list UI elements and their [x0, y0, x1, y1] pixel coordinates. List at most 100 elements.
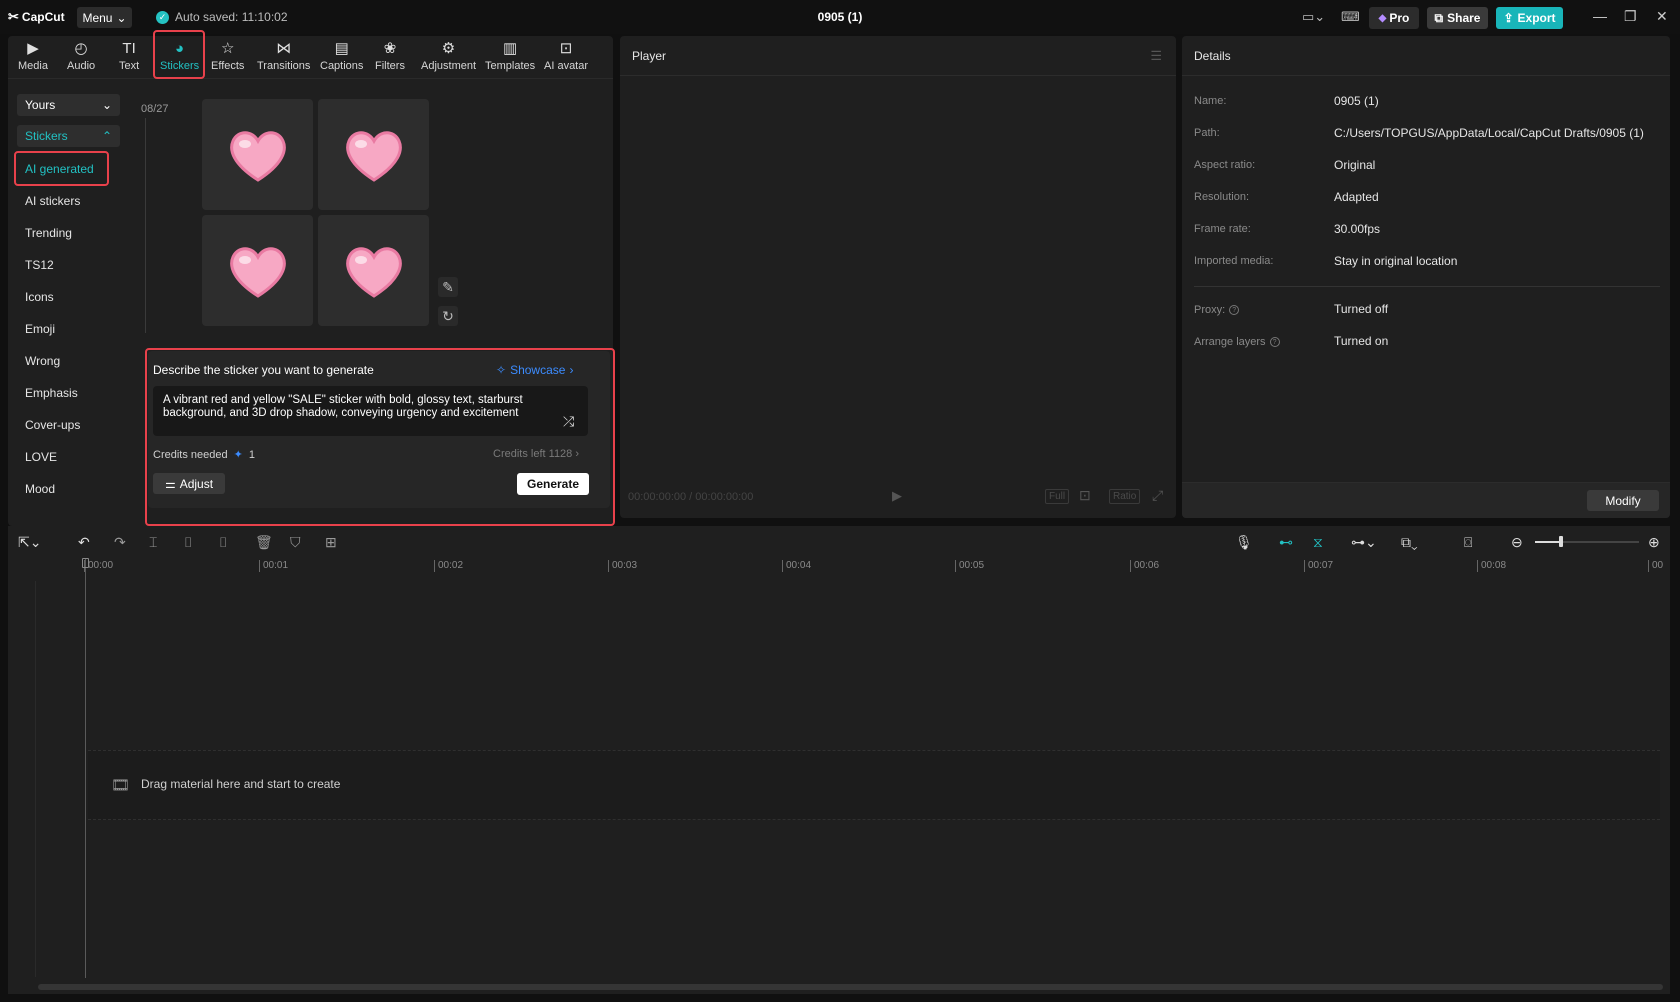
sidebar-item-emphasis[interactable]: Emphasis	[25, 386, 78, 400]
close-icon[interactable]: ✕	[1656, 8, 1668, 25]
sidebar-item-wrong[interactable]: Wrong	[25, 354, 60, 368]
fullscreen-icon[interactable]: ⤢	[1152, 487, 1163, 504]
link-icon[interactable]: ⊶⌄	[1351, 534, 1377, 551]
split-left-icon[interactable]: ⌷	[184, 534, 192, 551]
export-button[interactable]: ⇪ Export	[1496, 7, 1563, 29]
sidebar-item-ts12[interactable]: TS12	[25, 258, 54, 272]
adjust-button[interactable]: ⚌ Adjust	[153, 473, 225, 494]
tab-label: Filters	[375, 60, 405, 72]
sidebar-item-emoji[interactable]: Emoji	[25, 322, 55, 336]
caption-icon[interactable]: ⌼	[1464, 534, 1472, 551]
microphone-icon[interactable]: 🎙	[1235, 534, 1253, 551]
restore-icon[interactable]: ❐	[1624, 8, 1637, 25]
time-ruler[interactable]: 00:00 00:01 00:02 00:03 00:04 00:05 00:0…	[8, 556, 1670, 576]
logo-text: CapCut	[21, 10, 65, 24]
zoom-in-icon[interactable]: ⊕	[1648, 534, 1660, 551]
split-right-icon[interactable]: ⌷	[219, 534, 227, 551]
modify-button[interactable]: Modify	[1587, 490, 1659, 511]
marker-icon[interactable]: ⛉	[290, 534, 301, 551]
sidebar-item-trending[interactable]: Trending	[25, 226, 72, 240]
hamburger-icon[interactable]: ☰	[1150, 48, 1162, 64]
sidebar-item-icons[interactable]: Icons	[25, 290, 54, 304]
sticker-tile[interactable]	[318, 215, 429, 326]
timeline-scrollbar[interactable]	[38, 984, 1663, 990]
heart-sticker-icon	[229, 246, 286, 298]
edit-prompt-icon[interactable]: ✎	[438, 277, 458, 297]
chevron-right-icon: ›	[575, 448, 580, 460]
ruler-tick: 00:03	[608, 560, 637, 572]
shuffle-icon[interactable]: ⤮	[563, 413, 574, 430]
menu-button[interactable]: Menu ⌄	[77, 7, 132, 28]
prompt-input[interactable]: A vibrant red and yellow "SALE" sticker …	[153, 386, 588, 436]
share-button[interactable]: ⧉ Share	[1427, 7, 1488, 29]
tab-effects[interactable]: ☆ Effects	[211, 40, 244, 72]
generate-button[interactable]: Generate	[517, 473, 589, 495]
ratio-button[interactable]: Ratio	[1109, 489, 1141, 504]
minimize-icon[interactable]: —	[1593, 8, 1607, 24]
ruler-tick: 00:08	[1477, 560, 1506, 572]
sticker-tile[interactable]	[318, 99, 429, 210]
asset-toolbar: ▶ Media ◴ Audio TI Text ◕ Stickers ☆ Effects …	[8, 36, 613, 78]
detail-value: Original	[1334, 158, 1376, 172]
player-panel: Player ☰ 00:00:00:00 / 00:00:00:00 ▶ Ful…	[620, 36, 1176, 518]
tab-filters[interactable]: ❀ Filters	[375, 40, 405, 72]
credits-left[interactable]: Credits left 1128 ›	[493, 448, 579, 460]
ruler-tick: 00:04	[782, 560, 811, 572]
ruler-tick: 00:02	[434, 560, 463, 572]
playhead[interactable]	[85, 558, 86, 978]
keyboard-icon[interactable]: ⌨	[1341, 9, 1360, 25]
tab-text[interactable]: TI Text	[119, 40, 139, 72]
detail-label-text: Arrange layers	[1194, 336, 1266, 348]
playhead-handle[interactable]	[82, 558, 89, 568]
full-button[interactable]: Full	[1045, 489, 1070, 504]
stickers-tab-highlight	[153, 30, 205, 79]
stickers-label: Stickers	[25, 129, 68, 143]
auto-snap-icon[interactable]: ⧖	[1313, 534, 1323, 551]
zoom-fit-icon[interactable]: ⊡	[1079, 487, 1091, 504]
zoom-slider-handle[interactable]	[1559, 536, 1563, 547]
tab-adjustment[interactable]: ⚙ Adjustment	[421, 40, 476, 72]
play-icon[interactable]: ▶	[892, 488, 902, 504]
pro-button[interactable]: ◆ Pro	[1369, 7, 1419, 29]
sticker-tile[interactable]	[202, 215, 313, 326]
check-icon: ✓	[156, 10, 169, 24]
regenerate-icon[interactable]: ↻	[438, 306, 458, 326]
sidebar-item-love[interactable]: LOVE	[25, 450, 57, 464]
tab-audio[interactable]: ◴ Audio	[67, 40, 95, 72]
ruler-tick: 00	[1648, 560, 1663, 572]
redo-icon[interactable]: ↷	[114, 534, 126, 551]
zoom-out-icon[interactable]: ⊖	[1511, 534, 1523, 551]
main-track-magnet-icon[interactable]: ⊷	[1279, 534, 1293, 551]
sidebar-item-mood[interactable]: Mood	[25, 482, 55, 496]
showcase-link[interactable]: ✧ Showcase ›	[496, 363, 573, 377]
add-media-icon[interactable]: ⊞	[325, 534, 337, 551]
delete-icon[interactable]: 🗑	[255, 534, 273, 551]
layout-icon[interactable]: ▭⌄	[1302, 9, 1325, 25]
tab-templates[interactable]: ▥ Templates	[485, 40, 535, 72]
tab-label: Transitions	[257, 60, 311, 72]
tab-label: Captions	[320, 60, 364, 72]
detail-value: Stay in original location	[1334, 254, 1458, 268]
tab-label: Effects	[211, 60, 245, 72]
stickers-dropdown[interactable]: Stickers ⌃	[17, 125, 120, 147]
split-icon[interactable]: ⌶	[149, 534, 157, 551]
tab-transitions[interactable]: ⋈ Transitions	[257, 40, 310, 72]
captions-icon: ▤	[334, 40, 349, 57]
tab-media[interactable]: ▶ Media	[18, 40, 48, 72]
ruler-tick: 00:05	[955, 560, 984, 572]
sidebar-item-cover-ups[interactable]: Cover-ups	[25, 418, 80, 432]
undo-icon[interactable]: ↶	[78, 534, 90, 551]
title-bar: ✂ CapCut Menu ⌄ ✓ Auto saved: 11:10:02 0905…	[0, 0, 1680, 34]
sticker-tile[interactable]	[202, 99, 313, 210]
tab-captions[interactable]: ▤ Captions	[320, 40, 363, 72]
generation-date: 08/27	[141, 103, 169, 115]
select-tool-icon[interactable]: ⇱⌄	[18, 534, 41, 551]
help-icon[interactable]: ?	[1229, 305, 1240, 315]
pro-label: Pro	[1389, 11, 1410, 25]
preview-axis-icon[interactable]: ⧉⌄	[1401, 534, 1418, 551]
yours-dropdown[interactable]: Yours ⌄	[17, 94, 120, 116]
sidebar-item-ai-stickers[interactable]: AI stickers	[25, 194, 80, 208]
tab-ai-avatar[interactable]: ⊡ AI avatar	[544, 40, 588, 72]
help-icon[interactable]: ?	[1269, 337, 1280, 347]
menu-label: Menu	[82, 10, 113, 25]
